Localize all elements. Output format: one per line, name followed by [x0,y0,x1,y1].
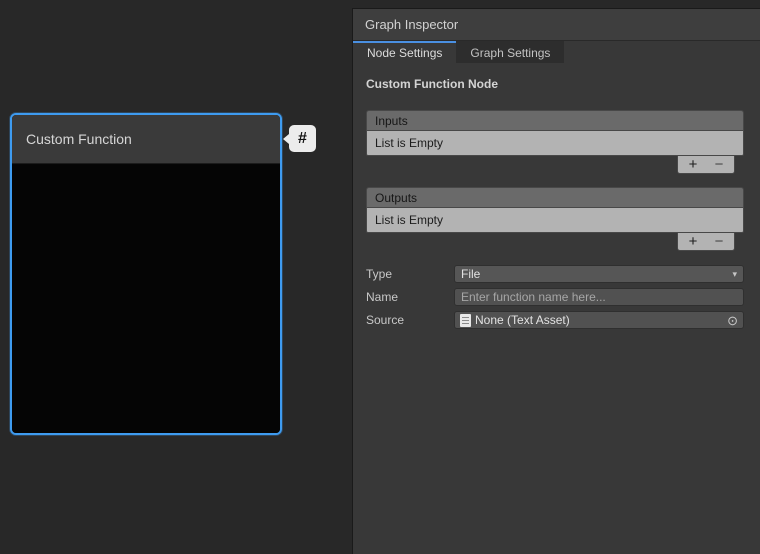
outputs-remove-button[interactable]: − [708,234,730,250]
inputs-list-header: Inputs [366,110,744,130]
section-title: Custom Function Node [366,77,744,91]
tab-node-settings-label: Node Settings [367,46,442,60]
node-body [12,165,280,433]
source-object-field[interactable]: None (Text Asset) ⊙ [454,311,744,329]
type-dropdown[interactable]: File ▾ [454,265,744,283]
node-settings-fields: Type File ▾ Name Source [366,264,744,330]
tab-node-settings[interactable]: Node Settings [353,41,456,63]
hash-icon: # [298,130,307,148]
inspector-tab-bar: Node Settings Graph Settings [353,41,760,63]
function-name-input[interactable] [454,288,744,306]
outputs-list-footer-buttons: + − [677,233,735,251]
graph-canvas[interactable]: Custom Function # Graph Inspector Node S… [0,0,760,554]
inputs-list-empty-row: List is Empty [366,130,744,156]
custom-function-node[interactable]: Custom Function [10,113,282,435]
outputs-list-header: Outputs [366,187,744,207]
inputs-list-footer: + − [366,156,735,174]
type-dropdown-value: File [461,267,480,281]
badge-tail [283,134,289,144]
outputs-list: Outputs List is Empty + − [366,187,744,251]
outputs-list-header-label: Outputs [375,191,417,205]
inputs-add-button[interactable]: + [682,157,704,173]
tab-graph-settings-label: Graph Settings [470,46,550,60]
text-asset-icon [460,314,471,327]
outputs-list-footer: + − [366,233,735,251]
node-settings-content: Custom Function Node Inputs List is Empt… [353,63,760,330]
chevron-down-icon: ▾ [732,269,737,280]
type-field-row: Type File ▾ [366,264,744,284]
source-label: Source [366,313,454,327]
node-title-bar[interactable]: Custom Function [12,115,280,164]
name-field-row: Name [366,287,744,307]
outputs-add-button[interactable]: + [682,234,704,250]
type-label: Type [366,267,454,281]
source-field-row: Source None (Text Asset) ⊙ [366,310,744,330]
node-hash-badge[interactable]: # [289,125,316,152]
node-title: Custom Function [26,131,132,147]
object-picker-icon[interactable]: ⊙ [727,314,738,327]
graph-inspector-title: Graph Inspector [365,17,458,32]
inputs-list-header-label: Inputs [375,114,408,128]
inputs-list-footer-buttons: + − [677,156,735,174]
graph-inspector-title-bar[interactable]: Graph Inspector [353,9,760,41]
tab-graph-settings[interactable]: Graph Settings [456,41,564,63]
outputs-list-empty-row: List is Empty [366,207,744,233]
inputs-remove-button[interactable]: − [708,157,730,173]
source-object-value: None (Text Asset) [475,313,570,327]
inputs-list: Inputs List is Empty + − [366,110,744,174]
graph-inspector-panel: Graph Inspector Node Settings Graph Sett… [352,8,760,554]
outputs-list-empty-label: List is Empty [375,213,443,227]
name-label: Name [366,290,454,304]
inputs-list-empty-label: List is Empty [375,136,443,150]
